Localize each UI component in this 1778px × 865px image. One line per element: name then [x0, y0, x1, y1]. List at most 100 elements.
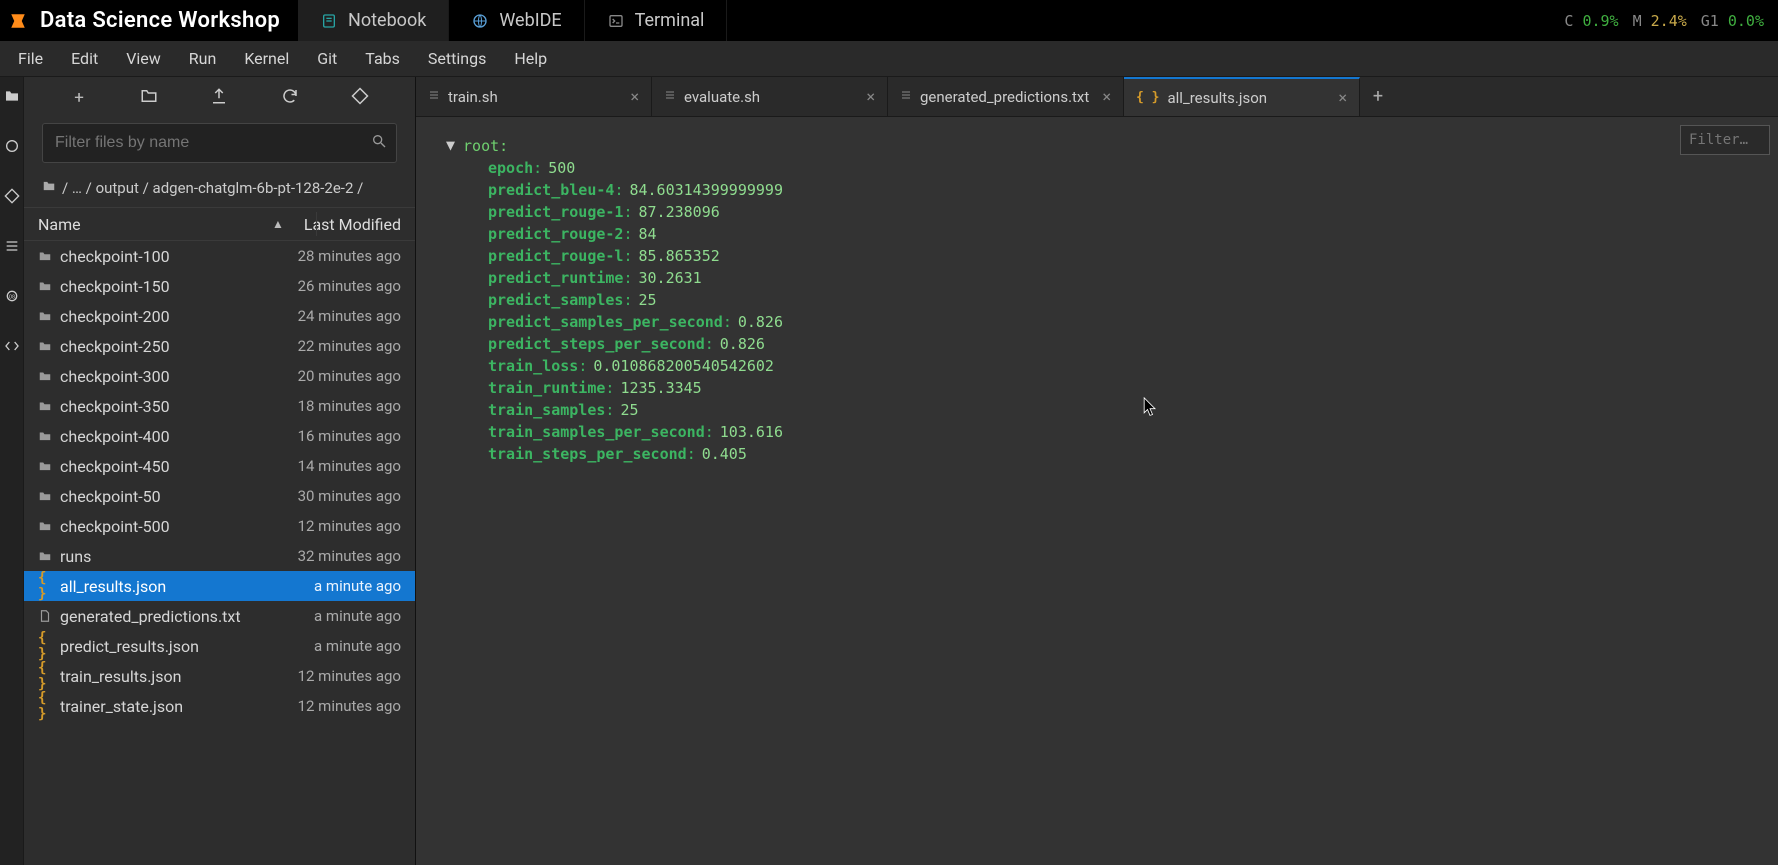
refresh-button[interactable]	[276, 87, 304, 110]
running-icon[interactable]	[3, 137, 21, 155]
folder-icon[interactable]	[3, 87, 21, 105]
file-icon	[38, 609, 60, 623]
json-entry: predict_runtime:30.2631	[446, 267, 1778, 289]
global-tab-label: Terminal	[635, 10, 705, 31]
upload-button[interactable]	[205, 87, 233, 110]
menu-help[interactable]: Help	[500, 43, 561, 74]
app-title: Data Science Workshop	[36, 0, 298, 41]
folder-row[interactable]: checkpoint-20024 minutes ago	[24, 301, 415, 331]
menu-settings[interactable]: Settings	[414, 43, 500, 74]
editor-area: train.sh×evaluate.sh×generated_predictio…	[416, 77, 1778, 865]
tab-label: evaluate.sh	[684, 88, 858, 106]
global-tab-label: Notebook	[348, 10, 426, 31]
file-modified: 20 minutes ago	[256, 367, 401, 385]
menu-file[interactable]: File	[4, 43, 57, 74]
file-icon	[900, 89, 912, 105]
json-key: train_runtime	[488, 379, 605, 397]
folder-row[interactable]: checkpoint-30020 minutes ago	[24, 361, 415, 391]
json-entry: train_steps_per_second:0.405	[446, 443, 1778, 465]
global-tab-label: WebIDE	[499, 10, 561, 31]
col-name-header[interactable]: Name	[38, 215, 256, 234]
new-launcher-button[interactable]: +	[65, 88, 93, 108]
folder-icon	[42, 179, 56, 197]
file-modified: 12 minutes ago	[256, 667, 401, 685]
json-entry: train_samples_per_second:103.616	[446, 421, 1778, 443]
close-icon[interactable]: ×	[1102, 87, 1111, 106]
file-name: generated_predictions.txt	[60, 607, 256, 626]
file-modified: 26 minutes ago	[256, 277, 401, 295]
json-key: predict_steps_per_second	[488, 335, 705, 353]
disclosure-triangle-icon[interactable]: ▼	[446, 134, 455, 156]
menu-kernel[interactable]: Kernel	[230, 43, 303, 74]
global-tab-notebook[interactable]: Notebook	[298, 0, 449, 41]
json-key: predict_rouge-l	[488, 247, 623, 265]
webide-icon	[471, 12, 489, 30]
global-tab-webide[interactable]: WebIDE	[449, 0, 584, 41]
terminal-icon	[607, 12, 625, 30]
json-key: predict_samples	[488, 291, 623, 309]
folder-row[interactable]: checkpoint-25022 minutes ago	[24, 331, 415, 361]
breadcrumb-path: / … / output / adgen-chatglm-6b-pt-128-2…	[62, 179, 363, 197]
editor-tab[interactable]: generated_predictions.txt×	[888, 77, 1124, 116]
file-row[interactable]: { }predict_results.jsona minute ago	[24, 631, 415, 661]
folder-icon	[38, 519, 60, 533]
extensions-icon[interactable]: 08	[3, 287, 21, 305]
activity-bar: 08	[0, 77, 24, 865]
close-icon[interactable]: ×	[1338, 88, 1347, 107]
json-entry: train_loss:0.010868200540542602	[446, 355, 1778, 377]
json-value: 0.826	[720, 335, 765, 353]
global-tab-terminal[interactable]: Terminal	[585, 0, 728, 41]
folder-row[interactable]: checkpoint-40016 minutes ago	[24, 421, 415, 451]
code-icon[interactable]	[3, 337, 21, 355]
menu-tabs[interactable]: Tabs	[351, 43, 414, 74]
file-modified: 12 minutes ago	[256, 517, 401, 535]
json-key: predict_rouge-2	[488, 225, 623, 243]
file-row[interactable]: { }trainer_state.json12 minutes ago	[24, 691, 415, 721]
menu-git[interactable]: Git	[303, 43, 351, 74]
folder-icon	[38, 399, 60, 413]
file-row[interactable]: generated_predictions.txta minute ago	[24, 601, 415, 631]
close-icon[interactable]: ×	[866, 87, 875, 106]
json-viewer: ▼root:epoch:500predict_bleu-4:84.6031439…	[416, 117, 1778, 865]
folder-icon	[38, 459, 60, 473]
file-list: checkpoint-10028 minutes agocheckpoint-1…	[24, 241, 415, 865]
json-key: predict_rouge-1	[488, 203, 623, 221]
editor-tab[interactable]: { }all_results.json×	[1124, 77, 1360, 116]
list-icon[interactable]	[3, 237, 21, 255]
breadcrumb[interactable]: / … / output / adgen-chatglm-6b-pt-128-2…	[24, 169, 415, 207]
editor-tab[interactable]: train.sh×	[416, 77, 652, 116]
file-modified: 28 minutes ago	[256, 247, 401, 265]
file-row[interactable]: { }all_results.jsona minute ago	[24, 571, 415, 601]
new-folder-button[interactable]	[135, 87, 163, 110]
file-list-header: Name ▲ Last Modified	[24, 207, 415, 241]
editor-tab[interactable]: evaluate.sh ×	[652, 77, 888, 116]
folder-row[interactable]: checkpoint-15026 minutes ago	[24, 271, 415, 301]
file-modified: 16 minutes ago	[256, 427, 401, 445]
file-name: checkpoint-200	[60, 307, 256, 326]
folder-row[interactable]: checkpoint-35018 minutes ago	[24, 391, 415, 421]
menu-run[interactable]: Run	[175, 43, 231, 74]
folder-row[interactable]: checkpoint-10028 minutes ago	[24, 241, 415, 271]
folder-row[interactable]: checkpoint-45014 minutes ago	[24, 451, 415, 481]
folder-row[interactable]: checkpoint-50012 minutes ago	[24, 511, 415, 541]
json-key: predict_runtime	[488, 269, 623, 287]
folder-icon	[38, 339, 60, 353]
file-name: checkpoint-350	[60, 397, 256, 416]
menu-edit[interactable]: Edit	[57, 43, 112, 74]
file-row[interactable]: { }train_results.json12 minutes ago	[24, 661, 415, 691]
folder-row[interactable]: checkpoint-5030 minutes ago	[24, 481, 415, 511]
git-icon[interactable]	[3, 187, 21, 205]
close-icon[interactable]: ×	[630, 87, 639, 106]
json-value: 25	[639, 291, 657, 309]
file-modified: 30 minutes ago	[256, 487, 401, 505]
file-modified: 12 minutes ago	[256, 697, 401, 715]
folder-row[interactable]: runs32 minutes ago	[24, 541, 415, 571]
json-entry: predict_rouge-1:87.238096	[446, 201, 1778, 223]
add-tab-button[interactable]: +	[1360, 77, 1396, 116]
file-modified: a minute ago	[256, 577, 401, 595]
menu-view[interactable]: View	[112, 43, 175, 74]
git-button[interactable]	[346, 87, 374, 110]
file-filter-input[interactable]	[42, 123, 397, 163]
json-value: 85.865352	[639, 247, 720, 265]
folder-icon	[38, 249, 60, 263]
